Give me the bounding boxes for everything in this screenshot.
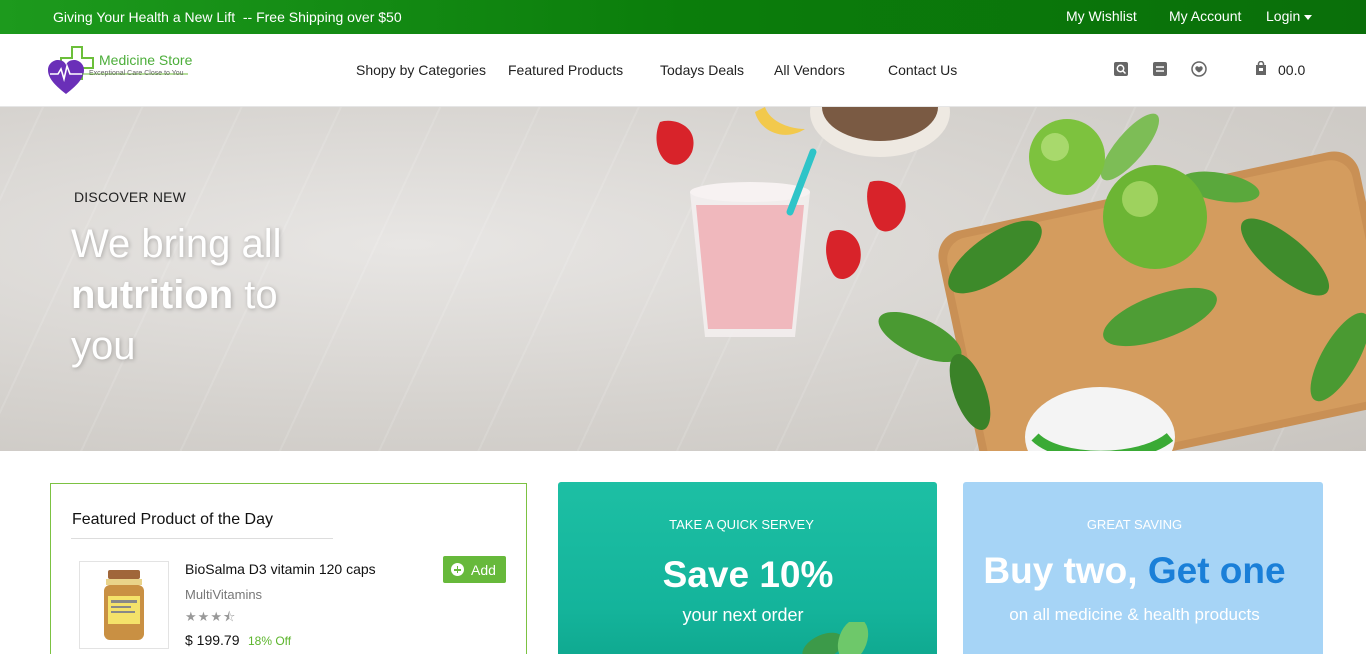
chevron-down-icon — [1304, 14, 1313, 20]
login-dropdown[interactable]: Login — [1266, 8, 1313, 24]
main-header: Medicine Store Exceptional Care Close to… — [0, 34, 1366, 107]
logo-tagline: Exceptional Care Close to You — [89, 70, 184, 77]
buy-two-promo-card[interactable]: GREAT SAVING Buy two, Get one on all med… — [963, 482, 1323, 654]
menu-icon[interactable] — [1152, 61, 1168, 77]
star-icon: ★ — [185, 609, 198, 624]
rating-stars: ★★★⯪ — [185, 608, 236, 630]
survey-kicker: TAKE A QUICK SERVEY — [669, 517, 814, 532]
plus-icon — [451, 563, 464, 576]
star-half-icon: ⯪ — [222, 609, 237, 624]
saving-headline-a: Buy two, — [983, 550, 1148, 591]
star-icon: ★ — [197, 609, 211, 624]
cart-total: 00.0 — [1278, 62, 1306, 78]
hero-kicker: DISCOVER NEW — [74, 189, 187, 205]
star-icon: ★ — [210, 609, 223, 624]
add-to-cart-button[interactable]: Add — [443, 556, 506, 583]
my-wishlist-link[interactable]: My Wishlist — [1066, 8, 1137, 24]
nav-all-vendors[interactable]: All Vendors — [774, 62, 845, 78]
top-bar: Giving Your Health a New Lift -- Free Sh… — [0, 0, 1366, 34]
product-image[interactable] — [79, 561, 169, 649]
promo-text: Giving Your Health a New Lift -- Free Sh… — [53, 9, 402, 25]
login-label: Login — [1266, 8, 1301, 24]
leaf-decoration-icon — [802, 622, 869, 654]
saving-headline: Buy two, Get one — [963, 550, 1306, 592]
featured-product-card: Featured Product of the Day BioSalma D3 … — [50, 483, 527, 654]
divider — [71, 538, 333, 539]
nav-todays-deals[interactable]: Todays Deals — [660, 62, 744, 78]
nav-contact-us[interactable]: Contact Us — [888, 62, 957, 78]
survey-headline: Save 10% — [662, 554, 834, 595]
nav-featured-products[interactable]: Featured Products — [508, 62, 623, 78]
product-price: $ 199.79 — [185, 632, 240, 648]
logo[interactable]: Medicine Store Exceptional Care Close to… — [48, 44, 208, 96]
hero-headline: We bring all nutrition to you — [71, 219, 331, 372]
survey-promo-card[interactable]: TAKE A QUICK SERVEY Save 10% your next o… — [558, 482, 937, 654]
hero-banner[interactable]: DISCOVER NEW We bring all nutrition to y… — [0, 107, 1366, 451]
heart-icon[interactable] — [1191, 61, 1207, 77]
featured-title: Featured Product of the Day — [72, 511, 273, 528]
logo-name: Medicine Store — [99, 52, 193, 68]
search-icon[interactable] — [1113, 61, 1129, 77]
product-name[interactable]: BioSalma D3 vitamin 120 caps — [185, 561, 376, 577]
saving-headline-b: Get one — [1147, 550, 1286, 591]
hero-line-2-bold: nutrition — [71, 273, 234, 317]
saving-subtext: on all medicine & health products — [1009, 605, 1260, 624]
hero-line-1: We bring all — [71, 222, 282, 266]
cart-icon[interactable] — [1253, 60, 1269, 77]
hero-food-image — [656, 107, 1366, 451]
nav-shop-by-categories[interactable]: Shopy by Categories — [356, 62, 486, 78]
add-button-label: Add — [471, 562, 496, 578]
saving-kicker: GREAT SAVING — [1086, 517, 1183, 532]
hero-line-3: you — [71, 324, 136, 368]
my-account-link[interactable]: My Account — [1169, 8, 1241, 24]
discount-badge: 18% Off — [248, 634, 292, 648]
hero-line-2-rest: to — [233, 273, 278, 317]
product-category: MultiVitamins — [185, 587, 263, 602]
